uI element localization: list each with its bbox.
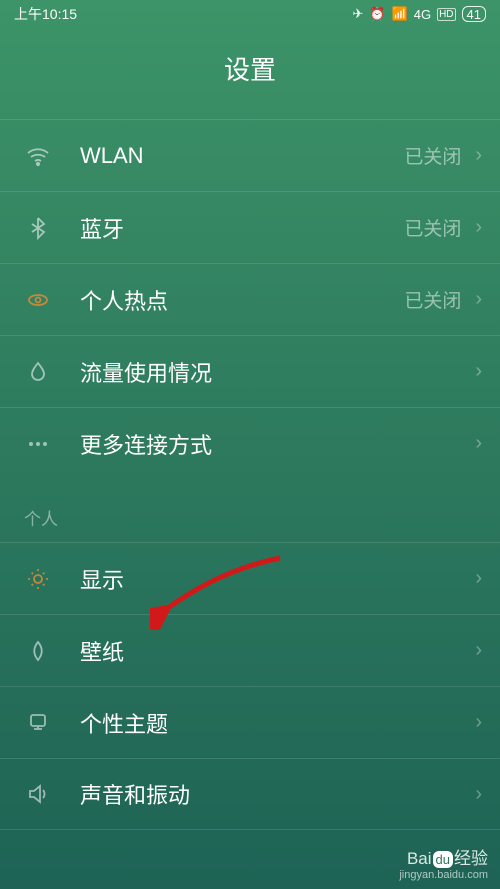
status-time: 上午10:15 [14, 4, 77, 24]
chevron-right-icon: › [475, 567, 482, 590]
watermark-brand: Baidu经验 [399, 844, 488, 869]
row-hotspot[interactable]: 个人热点 已关闭 › [0, 263, 500, 335]
signal-icon: 📶 [392, 6, 408, 22]
hd-icon: HD [437, 8, 455, 21]
chevron-right-icon: › [475, 288, 482, 311]
network-type: 4G [414, 7, 431, 22]
battery-indicator: 41 [462, 6, 486, 22]
row-label: 蓝牙 [80, 212, 404, 244]
page-title: 设置 [0, 28, 500, 119]
section-header-personal: 个人 [0, 479, 500, 542]
row-display[interactable]: 显示 › [0, 542, 500, 614]
bluetooth-icon [24, 214, 52, 242]
row-wlan[interactable]: WLAN 已关闭 › [0, 119, 500, 191]
chevron-right-icon: › [475, 144, 482, 167]
row-value: 已关闭 [404, 214, 461, 241]
row-label: 个人热点 [80, 284, 404, 316]
row-label: 声音和振动 [80, 778, 475, 810]
status-bar: 上午10:15 ✈ ⏰ 📶 4G HD 41 [0, 0, 500, 28]
row-sound[interactable]: 声音和振动 › [0, 758, 500, 830]
wifi-icon [24, 142, 52, 170]
chevron-right-icon: › [475, 432, 482, 455]
chevron-right-icon: › [475, 711, 482, 734]
sound-icon [24, 780, 52, 808]
wallpaper-icon [24, 637, 52, 665]
row-label: 流量使用情况 [80, 356, 475, 388]
chevron-right-icon: › [475, 783, 482, 806]
alarm-icon: ⏰ [369, 6, 385, 22]
chevron-right-icon: › [475, 360, 482, 383]
row-wallpaper[interactable]: 壁纸 › [0, 614, 500, 686]
row-label: 更多连接方式 [80, 428, 475, 460]
row-theme[interactable]: 个性主题 › [0, 686, 500, 758]
row-label: 个性主题 [80, 707, 475, 739]
row-value: 已关闭 [404, 142, 461, 169]
chevron-right-icon: › [475, 639, 482, 662]
watermark: Baidu经验 jingyan.baidu.com [399, 844, 488, 881]
chevron-right-icon: › [475, 216, 482, 239]
theme-icon [24, 709, 52, 737]
dnd-icon: ✈ [352, 6, 363, 22]
row-data-usage[interactable]: 流量使用情况 › [0, 335, 500, 407]
brightness-icon [24, 565, 52, 593]
row-label: 壁纸 [80, 635, 475, 667]
droplet-icon [24, 358, 52, 386]
row-label: 显示 [80, 563, 475, 595]
hotspot-icon [24, 286, 52, 314]
status-right: ✈ ⏰ 📶 4G HD 41 [352, 6, 486, 22]
row-bluetooth[interactable]: 蓝牙 已关闭 › [0, 191, 500, 263]
settings-list: WLAN 已关闭 › 蓝牙 已关闭 › 个人热点 已关闭 › 流量使用情况 › … [0, 119, 500, 830]
row-value: 已关闭 [404, 286, 461, 313]
row-more-connections[interactable]: 更多连接方式 › [0, 407, 500, 479]
watermark-url: jingyan.baidu.com [399, 869, 488, 881]
more-icon [24, 430, 52, 458]
row-label: WLAN [80, 143, 404, 169]
